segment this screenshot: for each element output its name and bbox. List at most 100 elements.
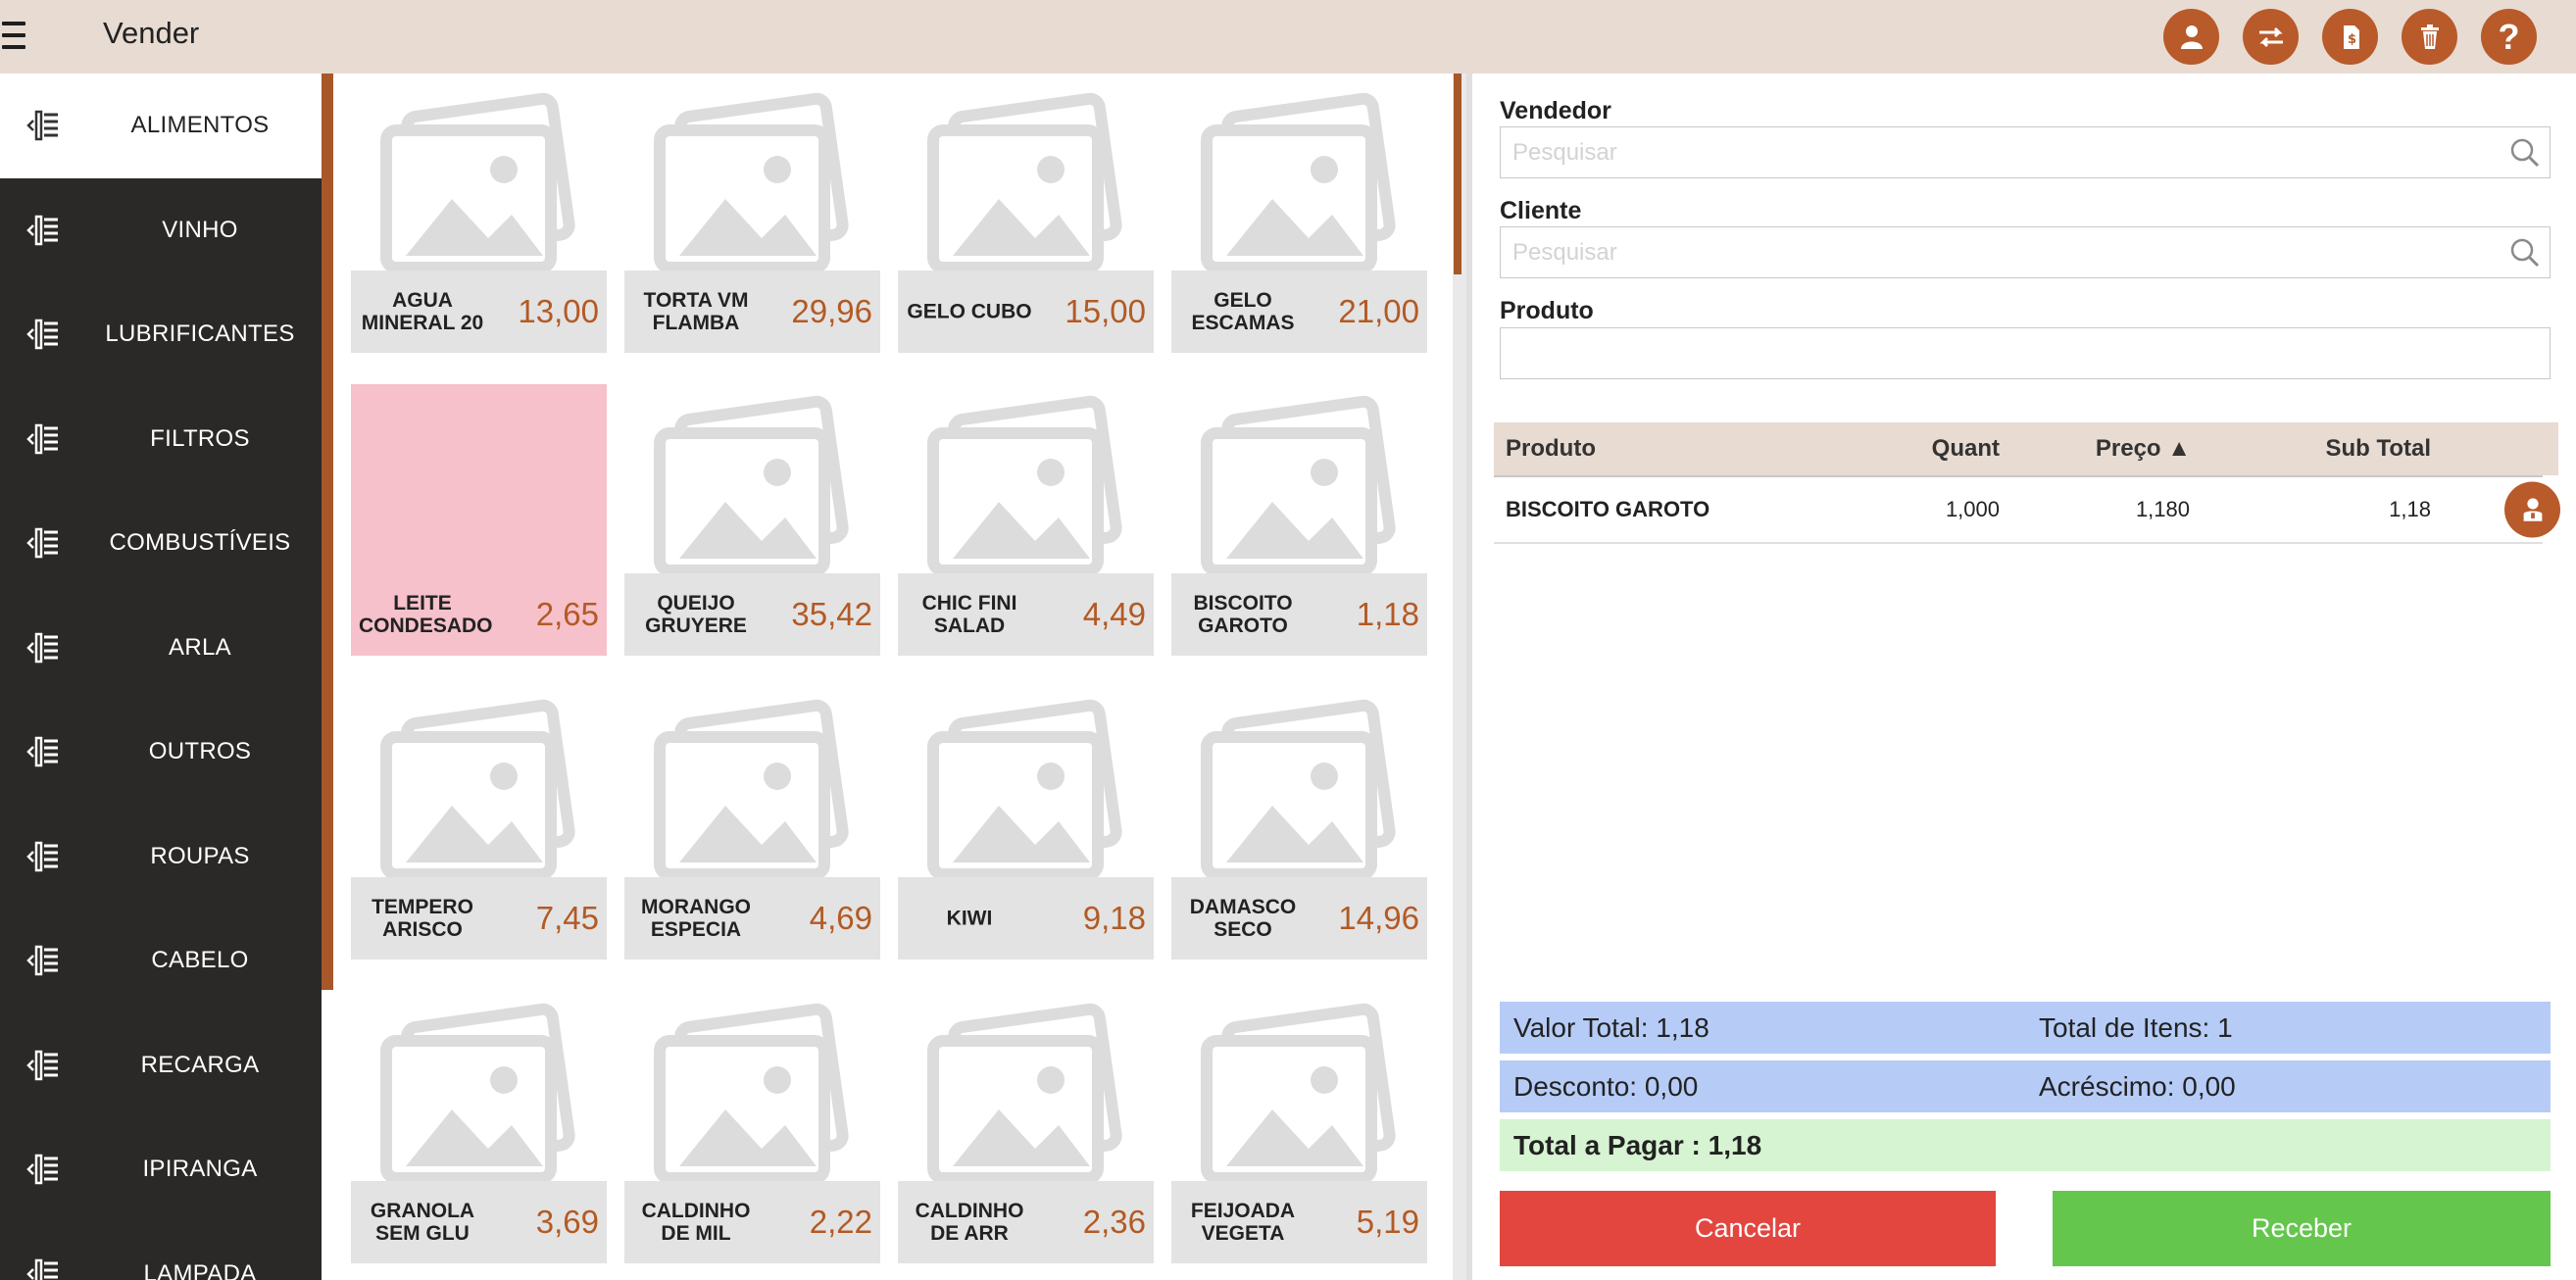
sidebar-item-category[interactable]: LUBRIFICANTES	[0, 282, 322, 387]
transfer-icon	[2258, 26, 2283, 47]
sidebar-item-label: OUTROS	[148, 738, 252, 765]
search-icon[interactable]	[2508, 136, 2542, 170]
row-quantity: 1,000	[1945, 497, 2000, 521]
product-price: 14,96	[1338, 900, 1419, 936]
delete-button[interactable]	[2402, 9, 2457, 65]
top-bar: Vender $ ?	[0, 0, 2576, 74]
category-list-icon	[26, 423, 58, 454]
product-input[interactable]	[1500, 327, 2551, 379]
product-label-bar: BISCOITO GAROTO 1,18	[1171, 573, 1427, 656]
sidebar-item-label: LUBRIFICANTES	[105, 320, 295, 348]
document-button[interactable]: $	[2322, 9, 2378, 65]
sidebar-item-label: RECARGA	[140, 1051, 260, 1078]
product-card[interactable]: TORTA VM FLAMBA 29,96	[624, 81, 880, 353]
image-placeholder-icon	[925, 394, 1126, 576]
product-label-bar: FEIJOADA VEGETA 5,19	[1171, 1181, 1427, 1263]
product-price: 13,00	[518, 293, 599, 329]
product-card[interactable]: CALDINHO DE ARR 2,36	[898, 992, 1154, 1263]
product-name: CALDINHO DE ARR	[915, 1200, 1024, 1245]
sidebar-item-label: ARLA	[169, 633, 231, 661]
product-name: TEMPERO ARISCO	[372, 896, 473, 941]
help-button[interactable]: ?	[2481, 9, 2537, 65]
scrollbar-thumb[interactable]	[1454, 74, 1461, 274]
product-card[interactable]: FEIJOADA VEGETA 5,19	[1171, 992, 1427, 1263]
product-card[interactable]: GELO ESCAMAS 21,00	[1171, 81, 1427, 353]
product-card[interactable]: QUEIJO GRUYERE 35,42	[624, 384, 880, 656]
customer-button[interactable]	[2163, 9, 2219, 65]
page-title: Vender	[103, 16, 200, 50]
product-grid: AGUA MINERAL 20 13,00 TORTA VM FLAMBA 29,96…	[333, 74, 1451, 1280]
receive-button[interactable]: Receber	[2053, 1191, 2551, 1266]
hamburger-menu-icon[interactable]	[2, 16, 33, 55]
image-placeholder-icon	[1199, 698, 1400, 880]
sidebar-item-category[interactable]: COMBUSTÍVEIS	[0, 491, 322, 596]
product-card[interactable]: BISCOITO GAROTO 1,18	[1171, 384, 1427, 656]
seller-search-input[interactable]	[1500, 126, 2551, 178]
sidebar-item-category[interactable]: IPIRANGA	[0, 1117, 322, 1222]
product-card[interactable]: DAMASCO SECO 14,96	[1171, 688, 1427, 960]
total-items: Total de Itens: 1	[2039, 1011, 2233, 1043]
product-card[interactable]: CALDINHO DE MIL 2,22	[624, 992, 880, 1263]
row-seller-button[interactable]	[2504, 481, 2560, 538]
table-row[interactable]: BISCOITO GAROTO 1,000 1,180 1,18	[1494, 475, 2560, 544]
product-card[interactable]: MORANGO ESPECIA 4,69	[624, 688, 880, 960]
client-label: Cliente	[1500, 197, 1582, 224]
product-card[interactable]: LEITE CONDESADO 2,65	[351, 384, 607, 656]
image-placeholder-icon	[378, 1002, 579, 1184]
category-list-icon	[26, 737, 58, 767]
row-subtotal: 1,18	[2389, 497, 2431, 521]
column-price[interactable]: Preço ▲	[2096, 435, 2191, 463]
sidebar-item-category[interactable]: CABELO	[0, 909, 322, 1013]
sidebar-item-category[interactable]: VINHO	[0, 178, 322, 283]
product-card[interactable]: TEMPERO ARISCO 7,45	[351, 688, 607, 960]
product-card[interactable]: GELO CUBO 15,00	[898, 81, 1154, 353]
search-icon[interactable]	[2508, 236, 2542, 270]
sidebar-item-category[interactable]: RECARGA	[0, 1013, 322, 1118]
image-placeholder-icon	[652, 91, 853, 273]
sidebar-item-label: VINHO	[162, 216, 238, 243]
sidebar-item-label: LAMPADA	[143, 1259, 257, 1280]
product-price: 3,69	[535, 1204, 599, 1240]
sidebar-accent-bar	[322, 74, 333, 990]
total-value: Valor Total: 1,18	[1513, 1011, 1709, 1043]
cancel-button[interactable]: Cancelar	[1500, 1191, 1996, 1266]
product-label-bar: GRANOLA SEM GLU 3,69	[351, 1181, 607, 1263]
sidebar-item-label: IPIRANGA	[142, 1156, 258, 1183]
sidebar-item-label: ALIMENTOS	[130, 112, 270, 139]
client-search-input[interactable]	[1500, 226, 2551, 278]
product-label-bar: AGUA MINERAL 20 13,00	[351, 271, 607, 353]
product-price: 21,00	[1338, 293, 1419, 329]
product-name: TORTA VM FLAMBA	[643, 289, 749, 334]
category-list-icon	[26, 632, 58, 663]
sidebar-item-category[interactable]: ALIMENTOS	[0, 74, 322, 178]
sidebar-item-category[interactable]: LAMPADA	[0, 1222, 322, 1280]
row-product: BISCOITO GAROTO	[1506, 497, 1710, 521]
discount-value: Desconto: 0,00	[1513, 1070, 1699, 1102]
image-placeholder-icon	[925, 91, 1126, 273]
product-label-bar: LEITE CONDESADO 2,65	[351, 573, 607, 656]
product-card[interactable]: GRANOLA SEM GLU 3,69	[351, 992, 607, 1263]
transfer-button[interactable]	[2243, 9, 2299, 65]
product-card[interactable]: KIWI 9,18	[898, 688, 1154, 960]
sidebar-item-category[interactable]: OUTROS	[0, 700, 322, 805]
product-name: KIWI	[946, 907, 993, 930]
product-label-bar: GELO CUBO 15,00	[898, 271, 1154, 353]
product-label-bar: CALDINHO DE ARR 2,36	[898, 1181, 1154, 1263]
sidebar-item-category[interactable]: ARLA	[0, 596, 322, 701]
category-list-icon	[26, 946, 58, 976]
product-card[interactable]: AGUA MINERAL 20 13,00	[351, 81, 607, 353]
product-card[interactable]: CHIC FINI SALAD 4,49	[898, 384, 1154, 656]
product-price: 35,42	[791, 596, 872, 632]
product-grid-scrollbar[interactable]	[1453, 74, 1466, 1280]
column-quantity[interactable]: Quant	[1932, 435, 2000, 463]
row-price: 1,180	[2135, 497, 2190, 521]
product-name: CALDINHO DE MIL	[641, 1200, 751, 1245]
sidebar-item-category[interactable]: ROUPAS	[0, 805, 322, 910]
trash-icon	[2420, 24, 2439, 49]
product-price: 9,18	[1082, 900, 1146, 936]
sidebar-item-category[interactable]: FILTROS	[0, 387, 322, 492]
column-subtotal[interactable]: Sub Total	[2325, 435, 2431, 463]
product-label-bar: CALDINHO DE MIL 2,22	[624, 1181, 880, 1263]
column-product[interactable]: Produto	[1506, 435, 1596, 463]
product-price: 2,22	[809, 1204, 872, 1240]
